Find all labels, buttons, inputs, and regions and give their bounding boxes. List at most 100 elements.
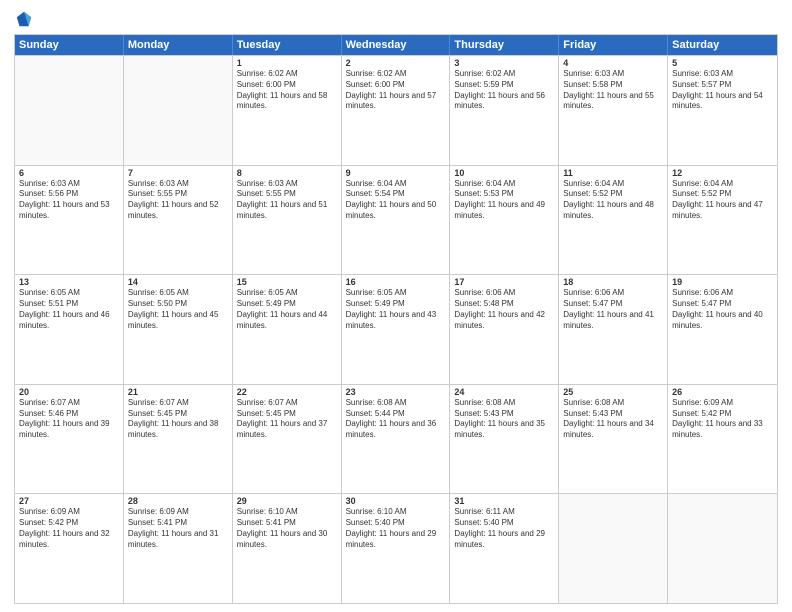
calendar-cell: 5Sunrise: 6:03 AMSunset: 5:57 PMDaylight…	[668, 56, 777, 165]
cell-info: Sunrise: 6:08 AMSunset: 5:44 PMDaylight:…	[346, 398, 446, 441]
cell-info: Sunrise: 6:10 AMSunset: 5:40 PMDaylight:…	[346, 507, 446, 550]
day-number: 5	[672, 58, 773, 68]
cell-info: Sunrise: 6:03 AMSunset: 5:55 PMDaylight:…	[128, 179, 228, 222]
calendar-cell: 31Sunrise: 6:11 AMSunset: 5:40 PMDayligh…	[450, 494, 559, 603]
calendar-cell: 24Sunrise: 6:08 AMSunset: 5:43 PMDayligh…	[450, 385, 559, 494]
calendar-cell: 9Sunrise: 6:04 AMSunset: 5:54 PMDaylight…	[342, 166, 451, 275]
cell-info: Sunrise: 6:08 AMSunset: 5:43 PMDaylight:…	[563, 398, 663, 441]
cell-info: Sunrise: 6:06 AMSunset: 5:47 PMDaylight:…	[563, 288, 663, 331]
calendar-cell: 8Sunrise: 6:03 AMSunset: 5:55 PMDaylight…	[233, 166, 342, 275]
calendar-header-cell: Friday	[559, 35, 668, 55]
page-container: SundayMondayTuesdayWednesdayThursdayFrid…	[0, 0, 792, 612]
cell-info: Sunrise: 6:03 AMSunset: 5:58 PMDaylight:…	[563, 69, 663, 112]
logo	[14, 10, 35, 28]
calendar-row: 6Sunrise: 6:03 AMSunset: 5:56 PMDaylight…	[15, 165, 777, 275]
day-number: 27	[19, 496, 119, 506]
calendar-header-cell: Saturday	[668, 35, 777, 55]
day-number: 29	[237, 496, 337, 506]
calendar-header-cell: Sunday	[15, 35, 124, 55]
calendar-row: 1Sunrise: 6:02 AMSunset: 6:00 PMDaylight…	[15, 55, 777, 165]
calendar-cell: 16Sunrise: 6:05 AMSunset: 5:49 PMDayligh…	[342, 275, 451, 384]
day-number: 3	[454, 58, 554, 68]
calendar-cell: 30Sunrise: 6:10 AMSunset: 5:40 PMDayligh…	[342, 494, 451, 603]
day-number: 30	[346, 496, 446, 506]
calendar-header-cell: Thursday	[450, 35, 559, 55]
calendar-cell: 29Sunrise: 6:10 AMSunset: 5:41 PMDayligh…	[233, 494, 342, 603]
cell-info: Sunrise: 6:07 AMSunset: 5:45 PMDaylight:…	[237, 398, 337, 441]
day-number: 14	[128, 277, 228, 287]
cell-info: Sunrise: 6:07 AMSunset: 5:46 PMDaylight:…	[19, 398, 119, 441]
calendar-row: 27Sunrise: 6:09 AMSunset: 5:42 PMDayligh…	[15, 493, 777, 603]
calendar-header-row: SundayMondayTuesdayWednesdayThursdayFrid…	[15, 35, 777, 55]
calendar-body: 1Sunrise: 6:02 AMSunset: 6:00 PMDaylight…	[15, 55, 777, 603]
day-number: 6	[19, 168, 119, 178]
calendar-cell: 18Sunrise: 6:06 AMSunset: 5:47 PMDayligh…	[559, 275, 668, 384]
calendar-cell: 20Sunrise: 6:07 AMSunset: 5:46 PMDayligh…	[15, 385, 124, 494]
day-number: 2	[346, 58, 446, 68]
day-number: 8	[237, 168, 337, 178]
cell-info: Sunrise: 6:02 AMSunset: 6:00 PMDaylight:…	[237, 69, 337, 112]
calendar-cell	[668, 494, 777, 603]
day-number: 4	[563, 58, 663, 68]
day-number: 25	[563, 387, 663, 397]
calendar-cell: 22Sunrise: 6:07 AMSunset: 5:45 PMDayligh…	[233, 385, 342, 494]
day-number: 1	[237, 58, 337, 68]
calendar-header-cell: Tuesday	[233, 35, 342, 55]
calendar-cell: 11Sunrise: 6:04 AMSunset: 5:52 PMDayligh…	[559, 166, 668, 275]
cell-info: Sunrise: 6:02 AMSunset: 5:59 PMDaylight:…	[454, 69, 554, 112]
cell-info: Sunrise: 6:04 AMSunset: 5:52 PMDaylight:…	[563, 179, 663, 222]
cell-info: Sunrise: 6:05 AMSunset: 5:49 PMDaylight:…	[237, 288, 337, 331]
cell-info: Sunrise: 6:08 AMSunset: 5:43 PMDaylight:…	[454, 398, 554, 441]
day-number: 10	[454, 168, 554, 178]
day-number: 31	[454, 496, 554, 506]
day-number: 13	[19, 277, 119, 287]
cell-info: Sunrise: 6:06 AMSunset: 5:48 PMDaylight:…	[454, 288, 554, 331]
cell-info: Sunrise: 6:09 AMSunset: 5:41 PMDaylight:…	[128, 507, 228, 550]
calendar-cell	[124, 56, 233, 165]
cell-info: Sunrise: 6:05 AMSunset: 5:50 PMDaylight:…	[128, 288, 228, 331]
cell-info: Sunrise: 6:11 AMSunset: 5:40 PMDaylight:…	[454, 507, 554, 550]
calendar-header-cell: Wednesday	[342, 35, 451, 55]
day-number: 16	[346, 277, 446, 287]
calendar-cell: 17Sunrise: 6:06 AMSunset: 5:48 PMDayligh…	[450, 275, 559, 384]
cell-info: Sunrise: 6:03 AMSunset: 5:55 PMDaylight:…	[237, 179, 337, 222]
cell-info: Sunrise: 6:03 AMSunset: 5:57 PMDaylight:…	[672, 69, 773, 112]
cell-info: Sunrise: 6:06 AMSunset: 5:47 PMDaylight:…	[672, 288, 773, 331]
header	[14, 10, 778, 28]
day-number: 18	[563, 277, 663, 287]
cell-info: Sunrise: 6:05 AMSunset: 5:51 PMDaylight:…	[19, 288, 119, 331]
cell-info: Sunrise: 6:04 AMSunset: 5:53 PMDaylight:…	[454, 179, 554, 222]
calendar-cell: 13Sunrise: 6:05 AMSunset: 5:51 PMDayligh…	[15, 275, 124, 384]
calendar-cell: 23Sunrise: 6:08 AMSunset: 5:44 PMDayligh…	[342, 385, 451, 494]
calendar-cell: 7Sunrise: 6:03 AMSunset: 5:55 PMDaylight…	[124, 166, 233, 275]
cell-info: Sunrise: 6:09 AMSunset: 5:42 PMDaylight:…	[672, 398, 773, 441]
calendar-row: 13Sunrise: 6:05 AMSunset: 5:51 PMDayligh…	[15, 274, 777, 384]
calendar-cell: 3Sunrise: 6:02 AMSunset: 5:59 PMDaylight…	[450, 56, 559, 165]
cell-info: Sunrise: 6:04 AMSunset: 5:52 PMDaylight:…	[672, 179, 773, 222]
calendar-cell	[559, 494, 668, 603]
cell-info: Sunrise: 6:04 AMSunset: 5:54 PMDaylight:…	[346, 179, 446, 222]
calendar-cell: 19Sunrise: 6:06 AMSunset: 5:47 PMDayligh…	[668, 275, 777, 384]
calendar-cell: 4Sunrise: 6:03 AMSunset: 5:58 PMDaylight…	[559, 56, 668, 165]
day-number: 28	[128, 496, 228, 506]
calendar-cell: 21Sunrise: 6:07 AMSunset: 5:45 PMDayligh…	[124, 385, 233, 494]
calendar-cell: 14Sunrise: 6:05 AMSunset: 5:50 PMDayligh…	[124, 275, 233, 384]
calendar-cell: 2Sunrise: 6:02 AMSunset: 6:00 PMDaylight…	[342, 56, 451, 165]
calendar-header-cell: Monday	[124, 35, 233, 55]
day-number: 22	[237, 387, 337, 397]
calendar-cell: 25Sunrise: 6:08 AMSunset: 5:43 PMDayligh…	[559, 385, 668, 494]
day-number: 17	[454, 277, 554, 287]
day-number: 15	[237, 277, 337, 287]
calendar: SundayMondayTuesdayWednesdayThursdayFrid…	[14, 34, 778, 604]
cell-info: Sunrise: 6:07 AMSunset: 5:45 PMDaylight:…	[128, 398, 228, 441]
calendar-cell: 1Sunrise: 6:02 AMSunset: 6:00 PMDaylight…	[233, 56, 342, 165]
day-number: 9	[346, 168, 446, 178]
cell-info: Sunrise: 6:09 AMSunset: 5:42 PMDaylight:…	[19, 507, 119, 550]
calendar-cell: 10Sunrise: 6:04 AMSunset: 5:53 PMDayligh…	[450, 166, 559, 275]
calendar-cell: 27Sunrise: 6:09 AMSunset: 5:42 PMDayligh…	[15, 494, 124, 603]
calendar-cell: 6Sunrise: 6:03 AMSunset: 5:56 PMDaylight…	[15, 166, 124, 275]
day-number: 26	[672, 387, 773, 397]
day-number: 12	[672, 168, 773, 178]
day-number: 21	[128, 387, 228, 397]
day-number: 7	[128, 168, 228, 178]
